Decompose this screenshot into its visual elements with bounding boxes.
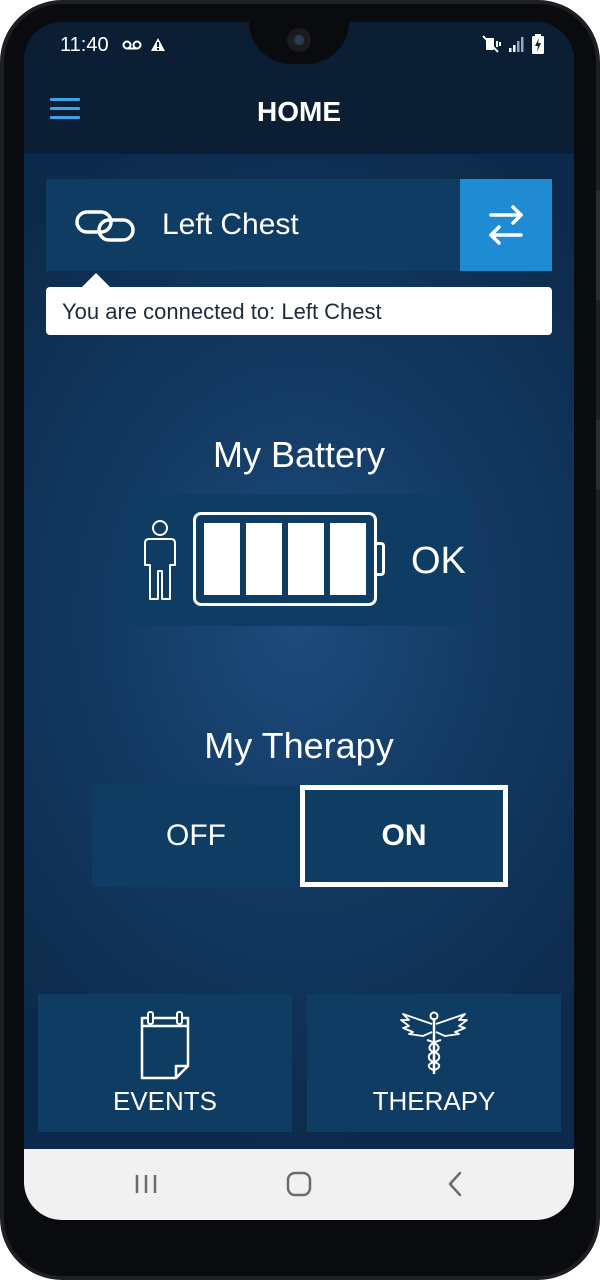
battery-cell [330, 523, 366, 595]
tooltip-text: You are connected to: Left Chest [62, 299, 382, 324]
signal-icon [509, 37, 524, 52]
events-label: EVENTS [112, 1086, 218, 1116]
swap-device-button[interactable] [460, 179, 552, 271]
battery-status: OK [411, 540, 466, 582]
tooltip-arrow [82, 273, 110, 287]
events-tile[interactable]: EVENTS [38, 994, 292, 1132]
app-bar: HOME [24, 70, 574, 154]
therapy-toggle: OFF ON [92, 785, 508, 887]
connection-tooltip: You are connected to: Left Chest [46, 273, 552, 335]
therapy-title: My Therapy [204, 725, 394, 766]
therapy-off-button[interactable]: OFF [92, 785, 300, 887]
front-camera [287, 28, 311, 52]
battery-cell [246, 523, 282, 595]
device-name: Left Chest [162, 208, 299, 241]
alert-icon [150, 38, 165, 52]
battery-gauge [193, 512, 377, 606]
battery-charging-icon [532, 34, 544, 54]
battery-cell [288, 523, 324, 595]
phone-frame: 11:40 HOME Left Chest You are connected … [0, 0, 600, 1280]
mute-vibrate-icon [482, 35, 501, 53]
home-icon[interactable] [285, 1167, 313, 1201]
battery-cell [204, 523, 240, 595]
calendar-icon [140, 1011, 190, 1080]
back-icon[interactable] [444, 1167, 468, 1201]
status-left-icons [122, 36, 166, 53]
swap-arrows-icon [489, 205, 523, 245]
power-button [596, 420, 600, 490]
therapy-on-button[interactable]: ON [300, 785, 508, 887]
volume-button [596, 190, 600, 300]
battery-tip [377, 542, 385, 576]
status-right-icons [482, 34, 544, 54]
battery-cells [204, 523, 366, 595]
battery-panel: OK [127, 494, 472, 626]
page-title: HOME [257, 96, 341, 127]
battery-title: My Battery [212, 434, 386, 475]
recent-apps-icon[interactable] [134, 1167, 158, 1201]
system-nav-bar [24, 1149, 574, 1220]
link-icon [75, 210, 135, 242]
person-icon [144, 520, 176, 600]
voicemail-icon [122, 40, 142, 50]
therapy-label: THERAPY [372, 1086, 496, 1116]
device-selector[interactable]: Left Chest [46, 179, 552, 271]
screen: 11:40 HOME Left Chest You are connected … [24, 22, 574, 1220]
therapy-tile[interactable]: THERAPY [307, 994, 561, 1132]
caduceus-icon [400, 1011, 468, 1074]
status-time: 11:40 [60, 34, 109, 56]
